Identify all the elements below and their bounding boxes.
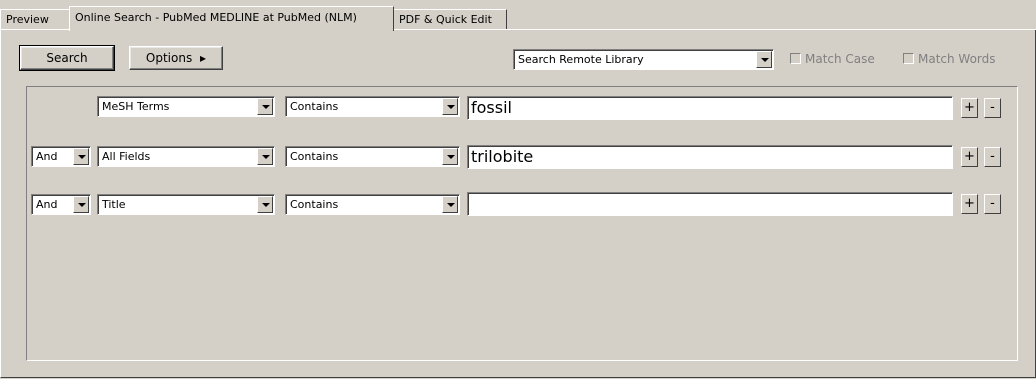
chevron-down-icon[interactable] — [442, 148, 458, 165]
chevron-down-icon[interactable] — [442, 98, 458, 115]
add-row-button[interactable]: + — [961, 98, 978, 118]
search-term-input[interactable]: trilobite — [467, 145, 953, 169]
boolean-select[interactable]: And — [31, 194, 91, 215]
search-button[interactable]: Search — [19, 45, 115, 71]
library-select[interactable]: Search Remote Library — [513, 49, 774, 70]
operator-select[interactable]: Contains — [285, 194, 460, 215]
options-button[interactable]: Options ▸ — [129, 46, 223, 70]
tab-strip: Preview Online Search - PubMed MEDLINE a… — [0, 0, 1036, 31]
operator-select-value: Contains — [290, 100, 339, 113]
match-words-label: Match Words — [918, 52, 996, 66]
arrow-right-icon: ▸ — [200, 51, 207, 65]
chevron-down-icon[interactable] — [257, 148, 273, 165]
chevron-down-icon[interactable] — [73, 148, 89, 165]
field-select-value: All Fields — [102, 150, 151, 163]
search-criteria-group — [26, 86, 1018, 361]
boolean-select-value: And — [36, 150, 58, 163]
field-select-value: Title — [102, 198, 126, 211]
search-term-input[interactable] — [467, 192, 953, 216]
match-words-checkbox[interactable]: Match Words — [903, 52, 996, 66]
remove-row-button[interactable]: - — [984, 147, 1001, 167]
add-row-button[interactable]: + — [961, 194, 978, 214]
boolean-select[interactable]: And — [31, 146, 91, 167]
chevron-down-icon[interactable] — [442, 196, 458, 213]
search-term-input[interactable]: fossil — [467, 96, 953, 120]
tab-pdf-quick-edit[interactable]: PDF & Quick Edit — [393, 9, 507, 30]
remove-row-button[interactable]: - — [984, 98, 1001, 118]
operator-select-value: Contains — [290, 150, 339, 163]
chevron-down-icon[interactable] — [257, 196, 273, 213]
tab-preview[interactable]: Preview — [0, 9, 70, 30]
field-select-value: MeSH Terms — [102, 100, 170, 113]
tab-online-search[interactable]: Online Search - PubMed MEDLINE at PubMed… — [69, 6, 394, 31]
field-select[interactable]: All Fields — [97, 146, 275, 167]
checkbox-icon — [790, 53, 801, 64]
add-row-button[interactable]: + — [961, 147, 978, 167]
checkbox-icon — [903, 53, 914, 64]
match-case-label: Match Case — [805, 52, 875, 66]
field-select[interactable]: Title — [97, 194, 275, 215]
chevron-down-icon[interactable] — [73, 196, 89, 213]
boolean-select-value: And — [36, 198, 58, 211]
options-label: Options — [145, 51, 193, 65]
chevron-down-icon[interactable] — [756, 51, 772, 68]
match-case-checkbox[interactable]: Match Case — [790, 52, 875, 66]
field-select[interactable]: MeSH Terms — [97, 96, 275, 117]
remove-row-button[interactable]: - — [984, 194, 1001, 214]
operator-select[interactable]: Contains — [285, 96, 460, 117]
chevron-down-icon[interactable] — [257, 98, 273, 115]
operator-select[interactable]: Contains — [285, 146, 460, 167]
library-select-value: Search Remote Library — [518, 53, 644, 66]
operator-select-value: Contains — [290, 198, 339, 211]
